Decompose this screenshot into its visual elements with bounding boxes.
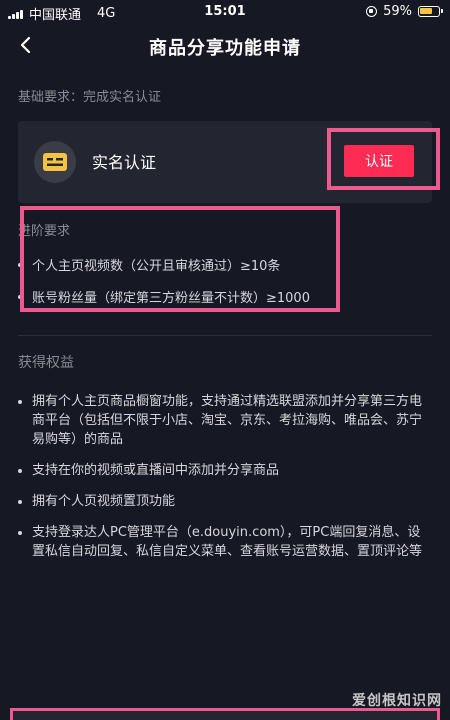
benefit-item: 拥有个人主页商品橱窗功能，支持通过精选联盟添加并分享第三方电商平台（包括但不限于… <box>18 392 432 449</box>
verify-card: 实名认证 认证 <box>18 121 432 203</box>
watermark: 爱创根知识网 <box>352 693 442 709</box>
status-bar: 中国联通 4G 15:01 59% <box>0 0 450 24</box>
bullet-icon <box>18 400 22 404</box>
battery-icon <box>418 6 443 17</box>
verify-button[interactable]: 认证 <box>344 145 414 177</box>
bullet-icon <box>18 500 22 504</box>
benefit-text: 支持在你的视频或直播间中添加并分享商品 <box>32 463 280 478</box>
benefit-item: 拥有个人页视频置顶功能 <box>18 492 432 511</box>
bullet-icon <box>18 531 22 535</box>
requirement-text: 个人主页视频数（公开且审核通过）≥10条 <box>32 259 281 274</box>
bullet-icon <box>18 294 22 299</box>
requirement-item: 个人主页视频数（公开且审核通过）≥10条 <box>18 255 280 274</box>
benefit-text: 支持登录达人PC管理平台（e.douyin.com），可PC端回复消息、设置私信… <box>32 525 423 559</box>
page-title: 商品分享功能申请 <box>149 38 301 59</box>
benefit-item: 支持登录达人PC管理平台（e.douyin.com），可PC端回复消息、设置私信… <box>18 523 432 561</box>
battery-percent: 59% <box>383 4 412 19</box>
benefit-text: 拥有个人主页商品橱窗功能，支持通过精选联盟添加并分享第三方电商平台（包括但不限于… <box>32 394 423 447</box>
requirement-text: 账号粉丝量（绑定第三方粉丝量不计数）≥1000 <box>32 291 310 306</box>
benefit-item: 支持在你的视频或直播间中添加并分享商品 <box>18 461 432 480</box>
bullet-icon <box>18 262 22 267</box>
status-right: 59% <box>366 4 443 19</box>
bottom-action-bar[interactable] <box>10 708 440 720</box>
rotation-lock-icon <box>366 6 378 17</box>
advanced-requirement-label: 进阶要求 <box>18 224 71 239</box>
benefit-text: 拥有个人页视频置顶功能 <box>32 494 176 509</box>
id-card-icon <box>34 141 76 183</box>
verify-card-label: 实名认证 <box>92 153 157 172</box>
benefits-label: 获得权益 <box>18 355 74 371</box>
nav-bar: 商品分享功能申请 <box>0 26 450 66</box>
bullet-icon <box>18 469 22 473</box>
basic-requirement-label: 基础要求：完成实名认证 <box>18 90 162 105</box>
requirement-item: 账号粉丝量（绑定第三方粉丝量不计数）≥1000 <box>18 287 310 306</box>
divider <box>18 335 432 336</box>
